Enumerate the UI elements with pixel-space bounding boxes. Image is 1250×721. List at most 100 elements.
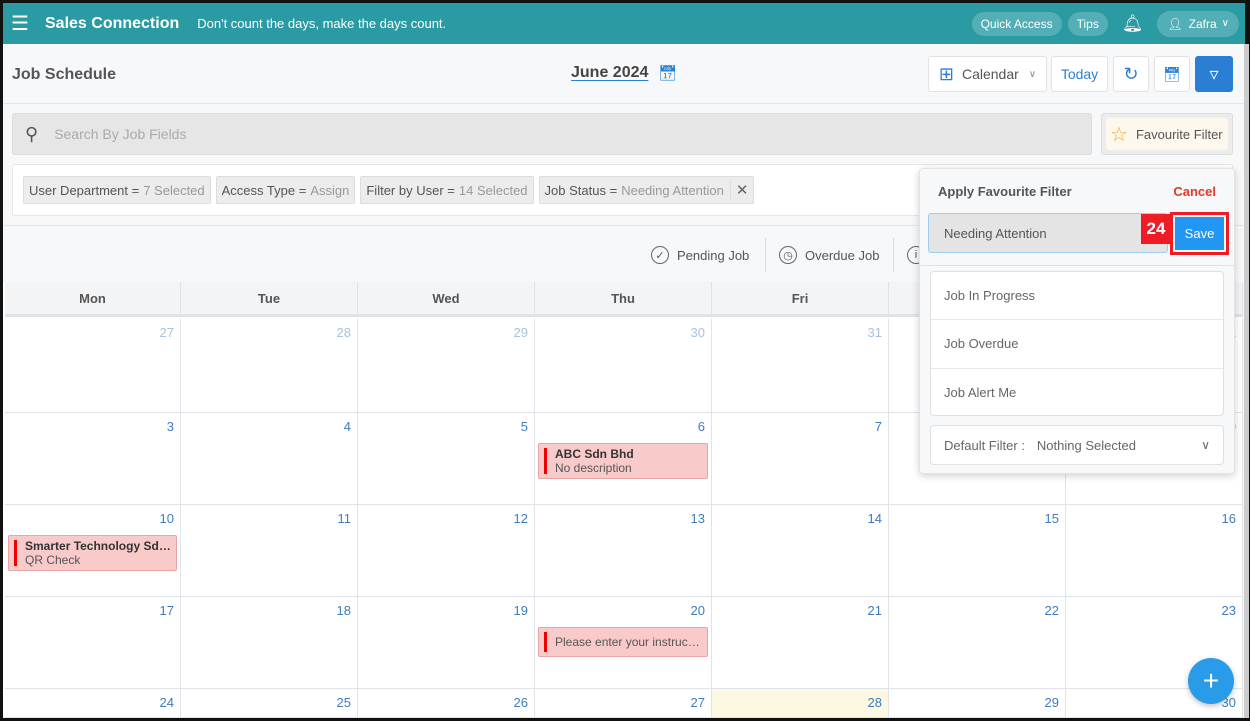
filter-chip-user-department[interactable]: User Department = 7 Selected [23, 176, 211, 204]
day-cell[interactable]: 28 [712, 689, 889, 718]
day-cell[interactable]: 21 [712, 597, 889, 689]
favourite-filter-button[interactable]: ☆ Favourite Filter [1101, 113, 1233, 155]
day-cell[interactable]: 26 [358, 689, 535, 718]
user-menu[interactable]: 👤︎ Zafra ∨ [1157, 10, 1239, 37]
day-number: 29 [1044, 695, 1059, 710]
day-cell[interactable]: 24 [5, 689, 181, 718]
day-number: 28 [336, 325, 351, 340]
day-number: 18 [336, 603, 351, 618]
date-picker-button[interactable]: 📅︎ [1154, 56, 1190, 92]
saved-filter-item[interactable]: Job In Progress [931, 272, 1223, 320]
day-cell[interactable]: 10 Smarter Technology Sdn Bh...QR Check [5, 505, 181, 597]
day-cell[interactable]: 25 [181, 689, 358, 718]
day-number: 30 [690, 325, 705, 340]
weekday-header: Tue [181, 282, 358, 317]
filter-chip-filter-by-user[interactable]: Filter by User = 14 Selected [360, 176, 534, 204]
day-cell[interactable]: 16 [1066, 505, 1243, 597]
calendar-icon[interactable]: 📅︎ [658, 64, 677, 82]
calendar-icon: 📅︎ [1163, 65, 1181, 82]
saved-filter-item[interactable]: Job Alert Me [931, 369, 1223, 415]
toolbar: Job Schedule June 2024 📅︎ ⊞ Calendar ∨ T… [3, 44, 1245, 104]
day-number: 7 [874, 419, 882, 434]
day-cell[interactable]: 7 [712, 413, 889, 505]
user-icon: 👤︎ [1167, 16, 1183, 31]
day-cell[interactable]: 17 [5, 597, 181, 689]
quick-access-button[interactable]: Quick Access [971, 11, 1062, 36]
day-number: 11 [337, 511, 352, 526]
chevron-down-icon: ∨ [1028, 68, 1037, 80]
view-label: Calendar [961, 66, 1019, 82]
hamburger-menu-icon[interactable]: ☰ [11, 11, 29, 36]
day-cell[interactable]: 19 [358, 597, 535, 689]
day-cell[interactable]: 13 [535, 505, 712, 597]
legend-label: Pending Job [677, 247, 750, 263]
job-event[interactable]: Smarter Technology Sdn Bh...QR Check [8, 535, 177, 571]
app-title: Sales Connection [45, 14, 180, 32]
day-cell[interactable]: 3 [5, 413, 181, 505]
plus-icon: + [1202, 665, 1220, 696]
day-cell[interactable]: 29 [358, 319, 535, 413]
event-description: Please enter your instruction... [555, 635, 708, 649]
day-cell[interactable]: 30 [535, 319, 712, 413]
day-number: 15 [1044, 511, 1059, 526]
filter-chip-job-status[interactable]: Job Status = Needing Attention ✕ [538, 176, 755, 204]
add-job-button[interactable]: + [1188, 658, 1234, 704]
day-cell[interactable]: 15 [889, 505, 1066, 597]
day-cell[interactable]: 18 [181, 597, 358, 689]
search-input[interactable]: Search By Job Fields [54, 126, 186, 142]
chip-value: 7 Selected [143, 182, 205, 198]
chip-value: Needing Attention [621, 182, 724, 198]
day-cell[interactable]: 27 [5, 319, 181, 413]
weekday-header: Thu [535, 282, 712, 317]
today-button[interactable]: Today [1051, 56, 1108, 92]
chevron-down-icon: ∨ [1201, 438, 1210, 452]
day-cell[interactable]: 31 [712, 319, 889, 413]
day-cell[interactable]: 6 ABC Sdn Bhd No description [535, 413, 712, 505]
search-bar[interactable]: ⚲ Search By Job Fields [12, 113, 1092, 155]
job-event[interactable]: ABC Sdn Bhd No description [538, 443, 708, 479]
weekday-header: Mon [5, 282, 181, 317]
day-cell[interactable]: 5 [358, 413, 535, 505]
day-cell[interactable]: 14 [712, 505, 889, 597]
filter-chip-access-type[interactable]: Access Type = Assign [215, 176, 356, 204]
cancel-button[interactable]: Cancel [1173, 184, 1216, 199]
saved-filter-item[interactable]: Job Overdue [931, 320, 1223, 369]
view-dropdown[interactable]: ⊞ Calendar ∨ [928, 56, 1047, 92]
job-event[interactable]: Please enter your instruction... [538, 627, 708, 657]
chevron-down-icon: ∨ [1221, 18, 1229, 29]
day-cell[interactable]: 12 [358, 505, 535, 597]
star-icon: ☆ [1110, 123, 1128, 146]
day-number: 16 [1221, 511, 1236, 526]
day-cell[interactable]: 11 [181, 505, 358, 597]
day-number: 13 [690, 511, 705, 526]
default-filter-value: Nothing Selected [1036, 437, 1136, 453]
save-button[interactable]: Save [1175, 217, 1224, 250]
event-description: No description [555, 461, 632, 475]
grid-icon: ⊞ [938, 63, 954, 84]
save-highlight: Save [1170, 212, 1229, 255]
filter-button[interactable]: ▿ [1195, 56, 1233, 92]
remove-filter-icon[interactable]: ✕ [729, 181, 748, 199]
day-cell[interactable]: 4 [181, 413, 358, 505]
bell-icon[interactable]: 🔔︎ [1122, 14, 1144, 34]
tips-button[interactable]: Tips [1067, 11, 1108, 36]
day-cell[interactable]: 22 [889, 597, 1066, 689]
day-number: 28 [867, 695, 882, 710]
scrollbar[interactable] [1244, 44, 1249, 718]
day-number: 5 [520, 419, 528, 434]
refresh-button[interactable]: ↻ [1113, 56, 1149, 92]
search-icon: ⚲ [25, 123, 39, 144]
app-window: ☰ Sales Connection Don't count the days,… [0, 0, 1250, 721]
month-selector[interactable]: June 2024 [571, 64, 648, 82]
day-cell[interactable]: 28 [181, 319, 358, 413]
day-cell[interactable]: 29 [889, 689, 1066, 718]
default-filter-select[interactable]: Default Filter : Nothing Selected ∨ [930, 425, 1224, 465]
day-number: 27 [690, 695, 705, 710]
day-number: 12 [513, 511, 528, 526]
chip-value: Assign [310, 182, 350, 198]
day-cell[interactable]: 20 Please enter your instruction... [535, 597, 712, 689]
tagline: Don't count the days, make the days coun… [197, 16, 447, 31]
day-number: 17 [159, 603, 174, 618]
filter-name-input[interactable]: Needing Attention [928, 213, 1168, 253]
day-cell[interactable]: 27 [535, 689, 712, 718]
